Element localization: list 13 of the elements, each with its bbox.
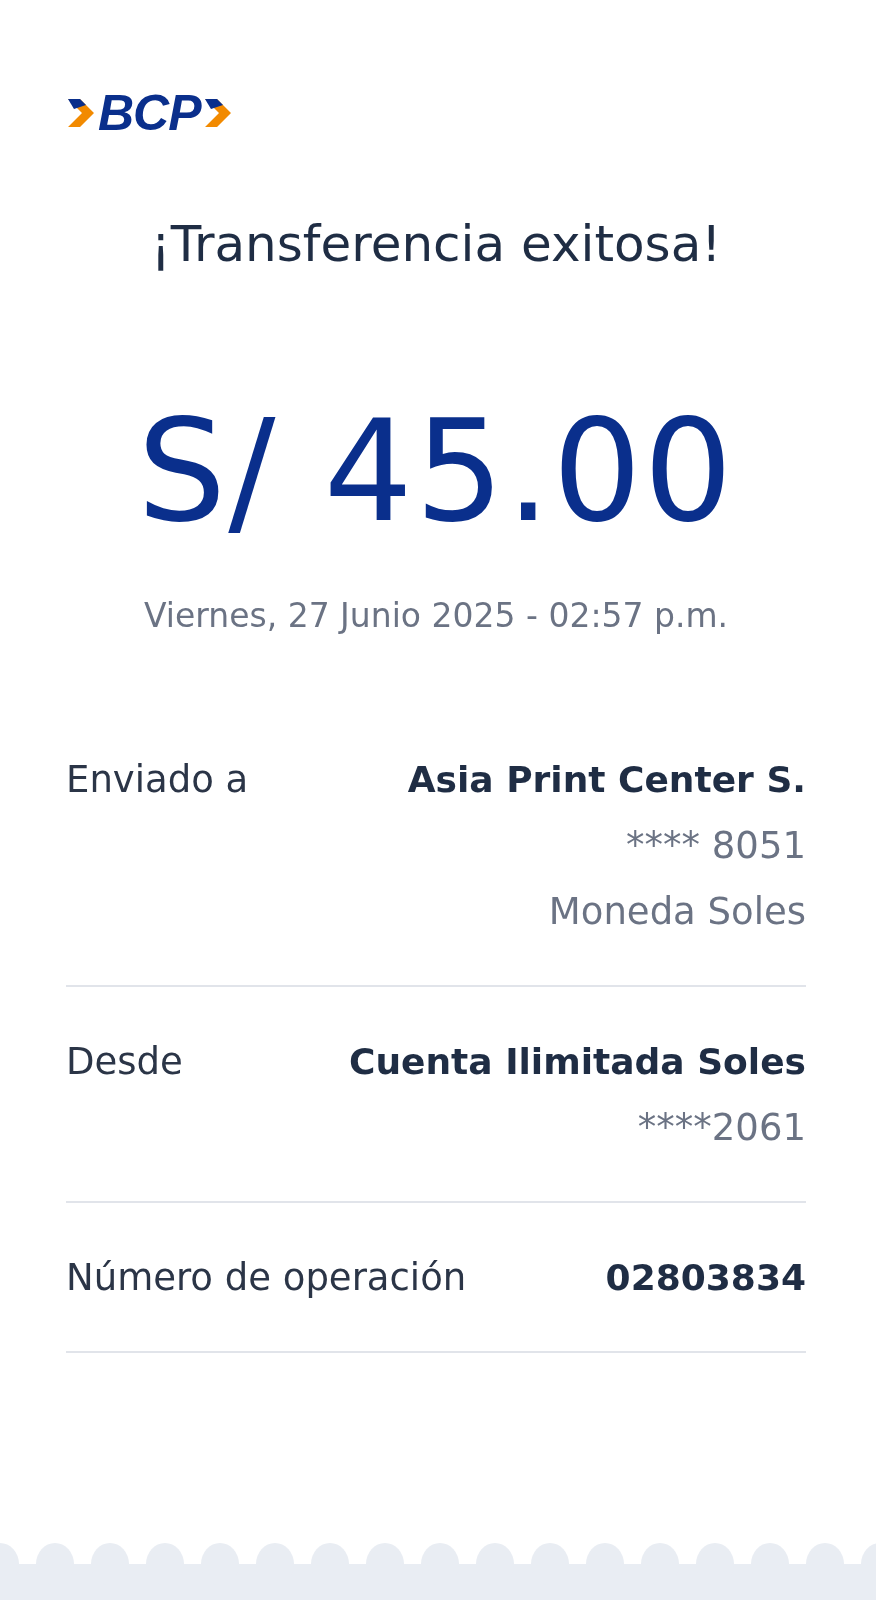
detail-value: Moneda Soles bbox=[548, 889, 806, 935]
detail-label: Desde bbox=[66, 1039, 183, 1085]
detail-value: Asia Print Center S. bbox=[407, 758, 806, 802]
detail-label: Número de operación bbox=[66, 1255, 467, 1301]
logo-text: BCP bbox=[98, 88, 201, 138]
detail-value: Cuenta Ilimitada Soles bbox=[349, 1040, 806, 1084]
transfer-date: Viernes, 27 Junio 2025 - 02:57 p.m. bbox=[142, 596, 730, 635]
amount: S/ 45.00 bbox=[136, 402, 736, 542]
detail-label: Enviado a bbox=[66, 757, 249, 803]
detail-value: ****2061 bbox=[637, 1105, 806, 1151]
detail-value: 02803834 bbox=[605, 1256, 806, 1300]
success-title: ¡Transferencia exitosa! bbox=[149, 214, 723, 274]
detail-value: **** 8051 bbox=[626, 823, 806, 869]
